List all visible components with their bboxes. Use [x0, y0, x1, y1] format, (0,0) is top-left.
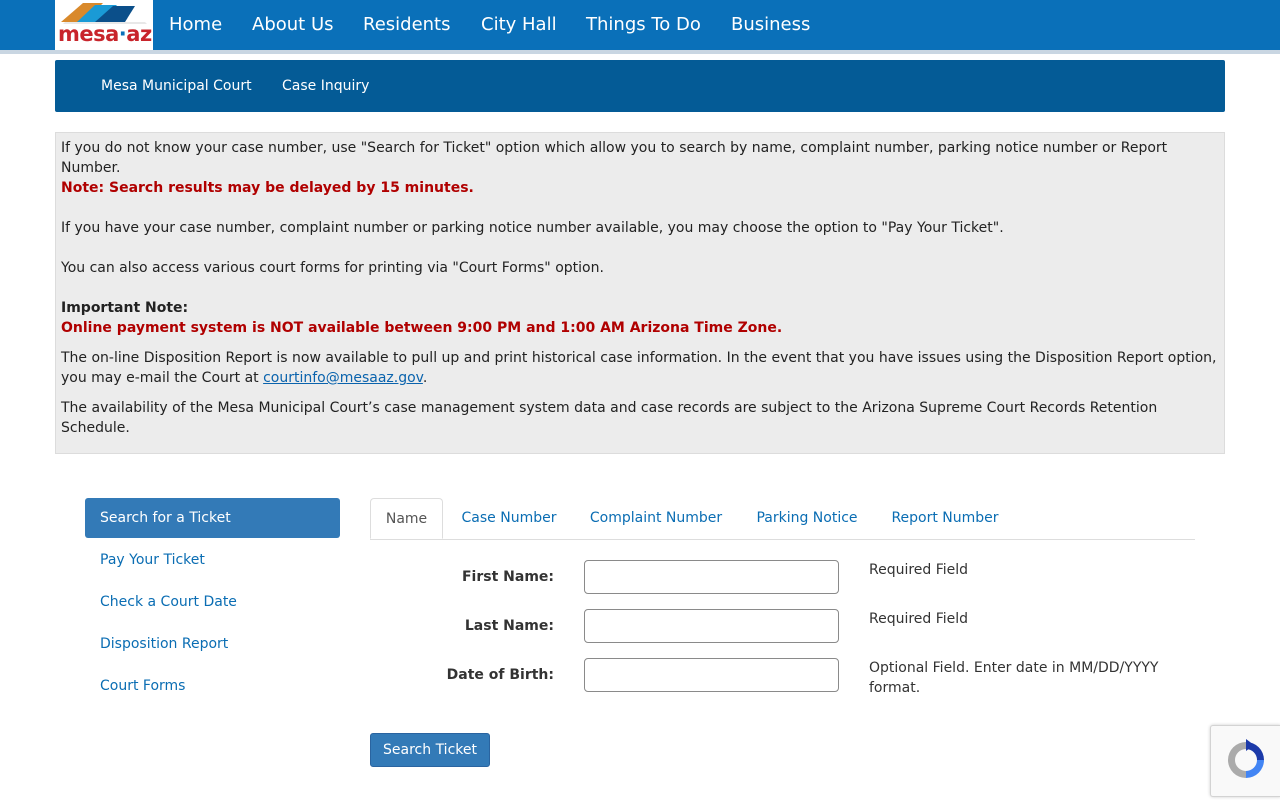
nav-business[interactable]: Business: [731, 12, 810, 38]
tabs-divider: [370, 539, 1195, 540]
sidebar-item-label: Disposition Report: [100, 636, 229, 652]
nav-things-to-do[interactable]: Things To Do: [586, 12, 701, 38]
nav-residents[interactable]: Residents: [363, 12, 451, 38]
date-of-birth-hint: Optional Field. Enter date in MM/DD/YYYY…: [869, 660, 1159, 696]
payment-outage-note: Online payment system is NOT available b…: [61, 320, 783, 336]
info-disposition-report: The on-line Disposition Report is now av…: [61, 348, 1221, 388]
sidebar-item-disposition-report[interactable]: Disposition Report: [85, 624, 340, 664]
info-delay-note: Note: Search results may be delayed by 1…: [61, 180, 474, 196]
info-search-instructions: If you do not know your case number, use…: [61, 140, 1168, 176]
first-name-input[interactable]: [584, 560, 839, 594]
info-records-retention: The availability of the Mesa Municipal C…: [61, 400, 1158, 436]
sidebar-item-label: Check a Court Date: [100, 594, 237, 610]
nav-about-us[interactable]: About Us: [252, 12, 334, 38]
sidebar-item-label: Pay Your Ticket: [100, 552, 205, 568]
tab-report-number[interactable]: Report Number: [884, 498, 1006, 539]
tab-case-number[interactable]: Case Number: [453, 498, 565, 539]
last-name-input[interactable]: [584, 609, 839, 643]
date-of-birth-label: Date of Birth:: [446, 667, 554, 683]
first-name-label: First Name:: [461, 569, 554, 585]
tab-parking-notice[interactable]: Parking Notice: [749, 498, 865, 539]
last-name-hint: Required Field: [869, 611, 969, 627]
recaptcha-badge[interactable]: [1210, 725, 1280, 797]
disposition-text: The on-line Disposition Report is now av…: [61, 350, 1217, 386]
date-of-birth-input[interactable]: [584, 658, 839, 692]
sidebar-item-check-a-court-date[interactable]: Check a Court Date: [85, 582, 340, 622]
last-name-label: Last Name:: [464, 618, 554, 634]
sidebar-item-court-forms[interactable]: Court Forms: [85, 666, 340, 706]
subnav-case-inquiry[interactable]: Case Inquiry: [282, 77, 369, 95]
court-email-link[interactable]: courtinfo@mesaaz.gov: [263, 370, 423, 386]
first-name-hint: Required Field: [869, 562, 969, 578]
tab-name[interactable]: Name: [370, 498, 443, 539]
sidebar-item-search-for-a-ticket[interactable]: Search for a Ticket: [85, 498, 340, 538]
nav-city-hall[interactable]: City Hall: [481, 12, 557, 38]
search-ticket-button[interactable]: Search Ticket: [370, 733, 490, 767]
sidebar-item-label: Court Forms: [100, 678, 186, 694]
recaptcha-icon: [1228, 739, 1264, 778]
info-forms-instructions: You can also access various court forms …: [61, 260, 604, 276]
sidebar-item-label: Search for a Ticket: [100, 510, 231, 526]
important-note-label: Important Note:: [61, 300, 189, 316]
info-pay-instructions: If you have your case number, complaint …: [61, 220, 1004, 236]
nav-home[interactable]: Home: [169, 12, 222, 38]
subnav-mesa-municipal-court[interactable]: Mesa Municipal Court: [101, 77, 252, 95]
logo-wordmark: mesa·az: [58, 22, 152, 46]
info-panel: If you do not know your case number, use…: [55, 132, 1225, 454]
tab-complaint-number[interactable]: Complaint Number: [582, 498, 730, 539]
mesa-az-logo[interactable]: mesa·az: [55, 0, 153, 50]
disposition-text-end: .: [422, 370, 428, 386]
sidebar-item-pay-your-ticket[interactable]: Pay Your Ticket: [85, 540, 340, 580]
top-navigation-bar: mesa·az Home About Us Residents City Hal…: [0, 0, 1280, 54]
court-subnav: Mesa Municipal Court Case Inquiry: [55, 60, 1225, 112]
